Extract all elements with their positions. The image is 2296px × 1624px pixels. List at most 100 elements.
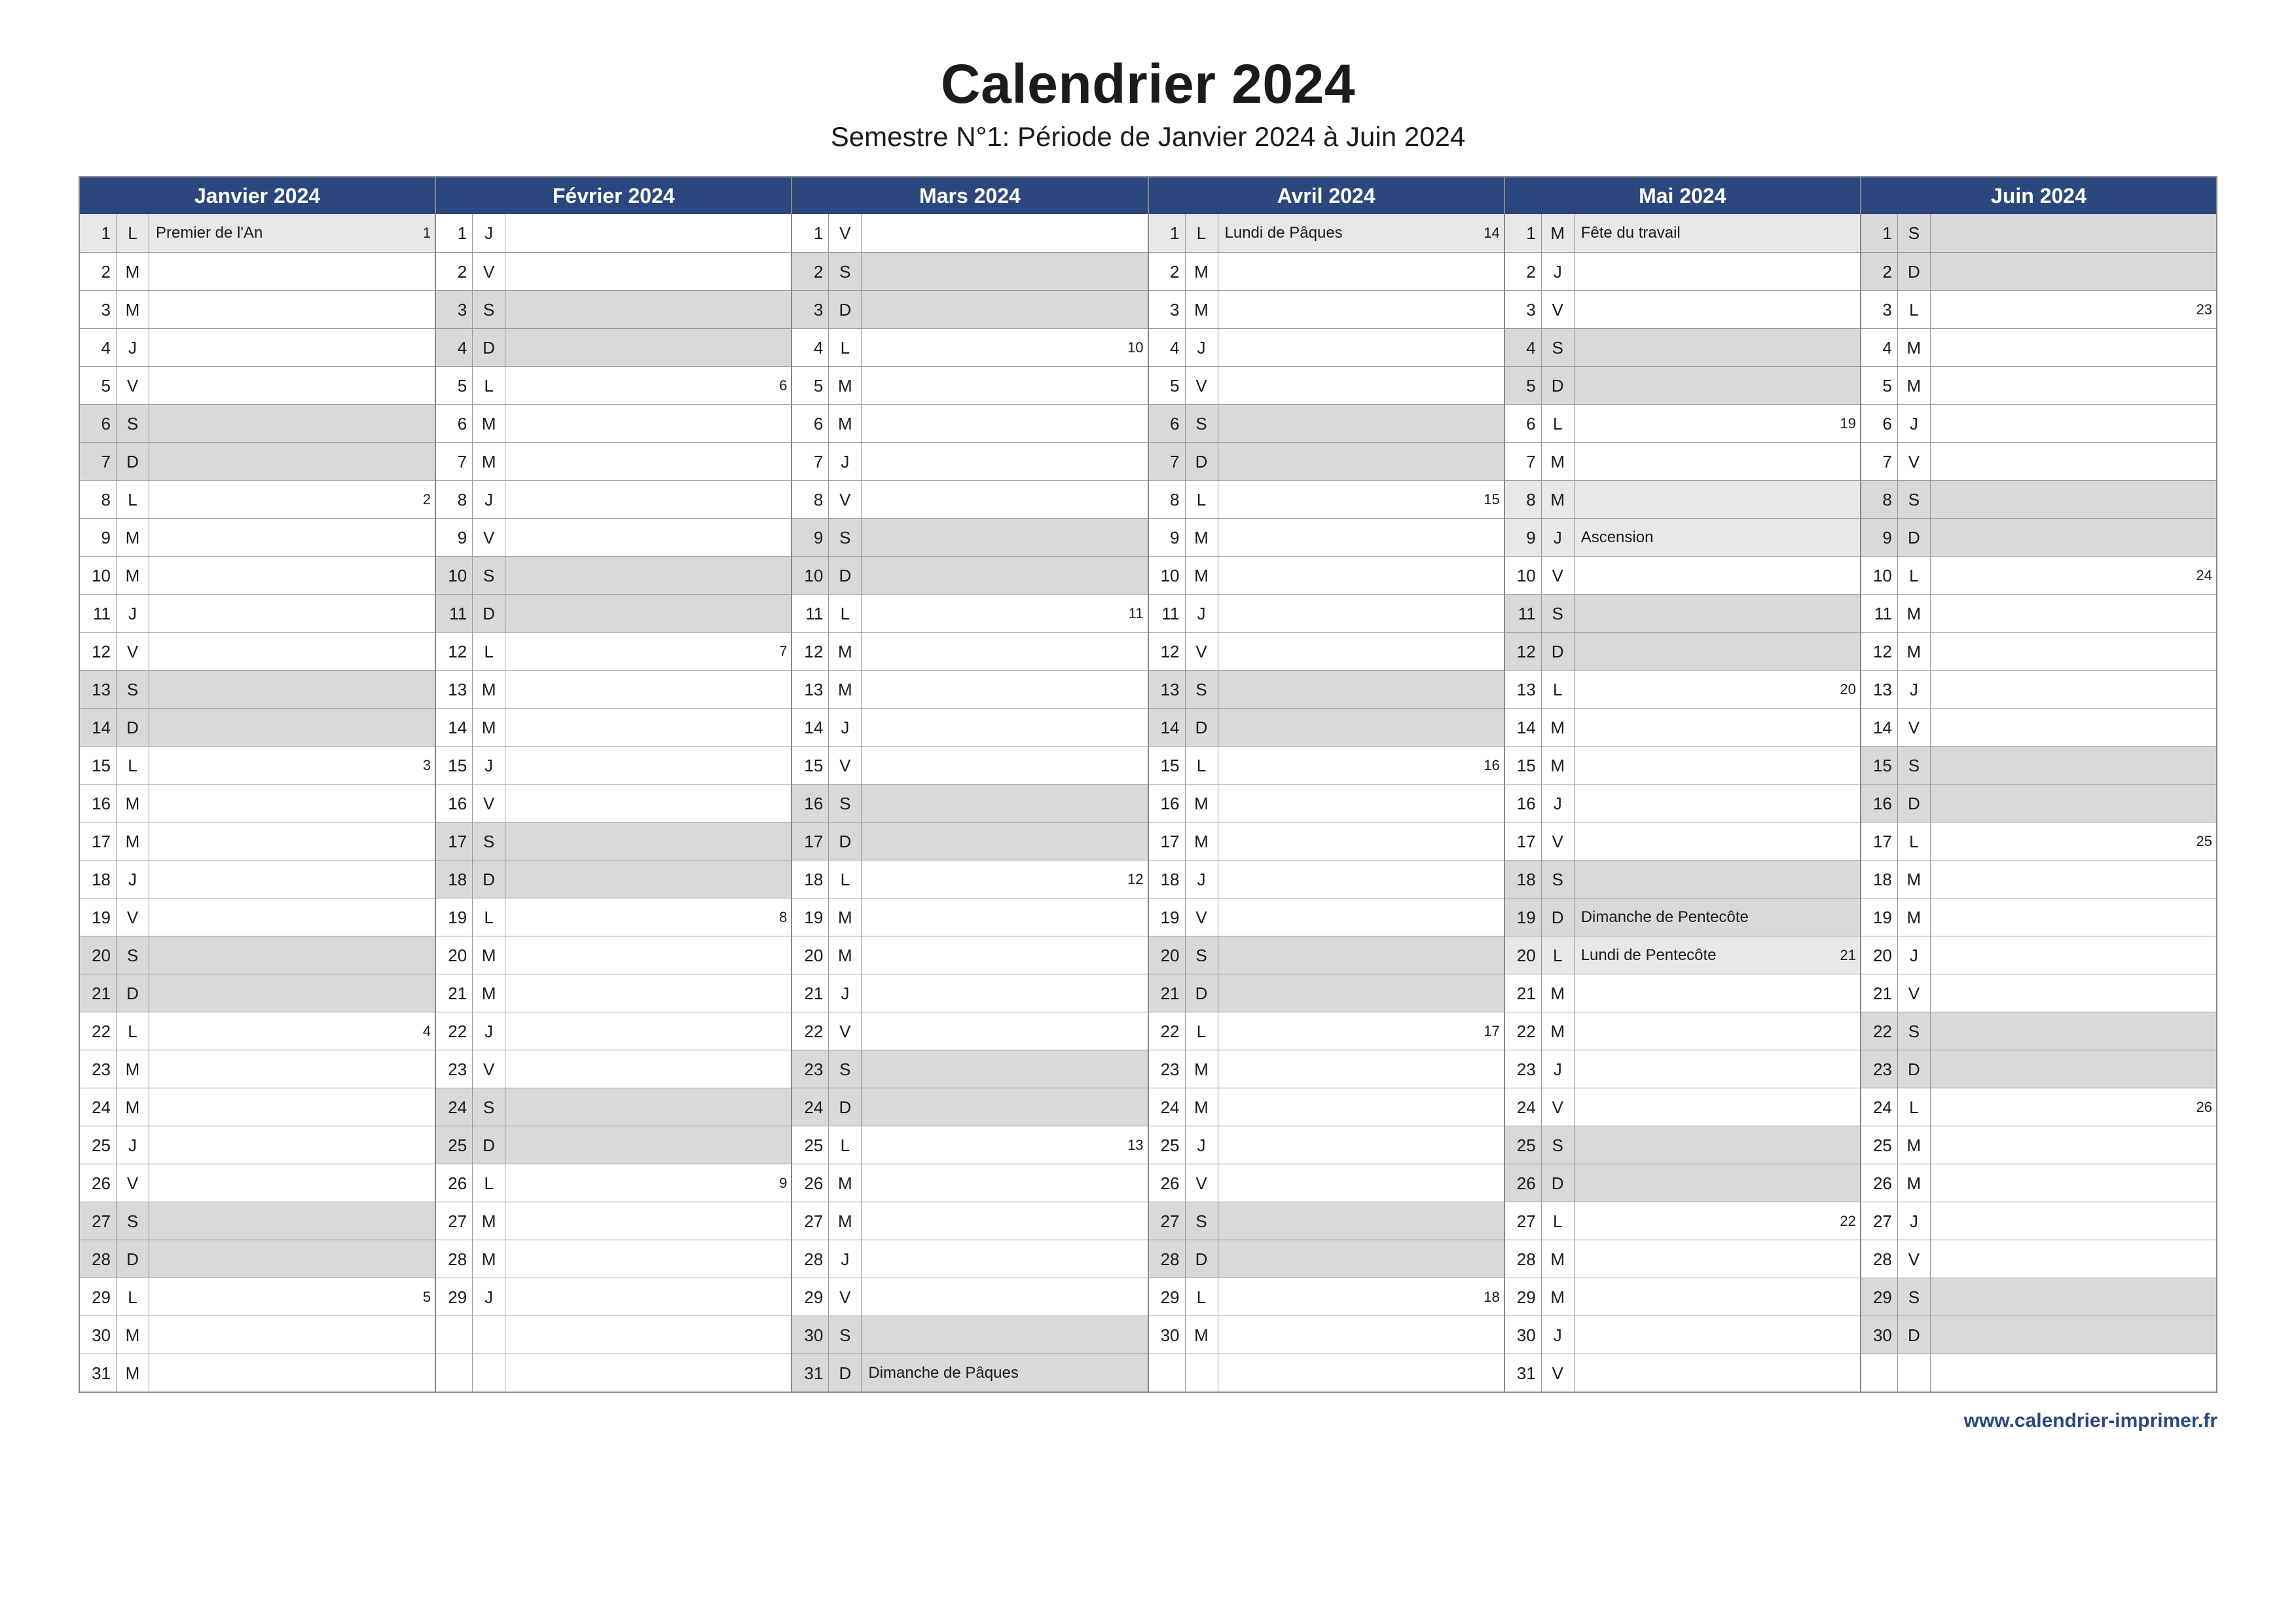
- day-note: [862, 671, 1147, 708]
- day-row: 3M: [1149, 290, 1504, 328]
- day-note: [149, 784, 435, 822]
- day-note: [505, 557, 791, 594]
- day-row: 1S: [1861, 214, 2216, 252]
- day-of-week: S: [1898, 481, 1931, 518]
- day-note: [149, 936, 435, 974]
- month-column: Mai 20241MFête du travail2J3V4S5D6L197M8…: [1505, 177, 1861, 1392]
- day-number: 28: [1149, 1240, 1186, 1278]
- day-number: 6: [1505, 405, 1542, 442]
- day-row: 30M: [80, 1316, 435, 1354]
- day-row: [436, 1354, 791, 1392]
- day-number: 16: [1505, 784, 1542, 822]
- day-note: [862, 1316, 1147, 1354]
- day-note: [1931, 367, 2216, 404]
- day-of-week: S: [117, 1202, 149, 1240]
- day-number: 4: [1861, 329, 1898, 366]
- day-row: 7V: [1861, 442, 2216, 480]
- day-note: [1575, 1278, 1860, 1316]
- day-of-week: V: [1186, 898, 1218, 936]
- day-of-week: M: [829, 1164, 862, 1202]
- day-of-week: J: [829, 1240, 862, 1278]
- day-note: [1931, 443, 2216, 480]
- day-row: 10M: [80, 556, 435, 594]
- day-of-week: M: [1898, 633, 1931, 670]
- week-number: 7: [779, 644, 787, 659]
- week-number: 26: [2196, 1100, 2212, 1115]
- day-of-week: M: [473, 1202, 505, 1240]
- day-row: 5L6: [436, 366, 791, 404]
- day-number: 31: [792, 1354, 829, 1392]
- day-number: 5: [1149, 367, 1186, 404]
- day-note: [505, 595, 791, 632]
- day-number: 25: [436, 1126, 473, 1164]
- day-number: 20: [1505, 936, 1542, 974]
- day-note: [1575, 1088, 1860, 1126]
- day-row: 8S: [1861, 480, 2216, 518]
- day-note: [1575, 747, 1860, 784]
- day-of-week: D: [1898, 1050, 1931, 1088]
- day-number: 16: [1861, 784, 1898, 822]
- day-number: 8: [792, 481, 829, 518]
- day-note: [1931, 936, 2216, 974]
- day-of-week: M: [473, 671, 505, 708]
- day-number: 1: [80, 214, 117, 252]
- day-number: 15: [792, 747, 829, 784]
- day-note: [149, 405, 435, 442]
- day-row: 23D: [1861, 1050, 2216, 1088]
- day-number: 20: [1149, 936, 1186, 974]
- day-note: [505, 519, 791, 556]
- day-number: 25: [792, 1126, 829, 1164]
- day-of-week: M: [473, 709, 505, 746]
- day-note: [1931, 709, 2216, 746]
- day-number: 29: [80, 1278, 117, 1316]
- day-of-week: L: [473, 898, 505, 936]
- day-of-week: L: [117, 1278, 149, 1316]
- day-of-week: [1898, 1354, 1931, 1392]
- day-of-week: M: [117, 784, 149, 822]
- day-of-week: M: [1542, 709, 1575, 746]
- day-number: 3: [1861, 291, 1898, 328]
- day-of-week: V: [1542, 822, 1575, 860]
- day-row: 28J: [792, 1240, 1147, 1278]
- day-row: 8M: [1505, 480, 1860, 518]
- day-of-week: J: [473, 1012, 505, 1050]
- day-of-week: J: [829, 709, 862, 746]
- day-of-week: L: [1898, 822, 1931, 860]
- day-of-week: M: [1898, 367, 1931, 404]
- day-note: [1218, 633, 1504, 670]
- day-note: [149, 595, 435, 632]
- day-of-week: D: [1898, 1316, 1931, 1354]
- day-number: 28: [436, 1240, 473, 1278]
- day-of-week: S: [1898, 747, 1931, 784]
- day-row: 15J: [436, 746, 791, 784]
- day-note: [149, 898, 435, 936]
- day-number: 21: [1861, 974, 1898, 1012]
- day-row: 3D: [792, 290, 1147, 328]
- day-note: [862, 633, 1147, 670]
- day-number: 12: [1505, 633, 1542, 670]
- day-number: 25: [1149, 1126, 1186, 1164]
- day-row: 27M: [436, 1202, 791, 1240]
- day-note: [862, 557, 1147, 594]
- day-row: 11L11: [792, 594, 1147, 632]
- week-number: 4: [423, 1024, 431, 1039]
- day-number: 21: [1505, 974, 1542, 1012]
- day-note: [149, 291, 435, 328]
- day-of-week: J: [1898, 671, 1931, 708]
- day-note: [862, 822, 1147, 860]
- day-row: 29L5: [80, 1278, 435, 1316]
- day-note: [862, 784, 1147, 822]
- day-number: [436, 1316, 473, 1354]
- day-row: 27M: [792, 1202, 1147, 1240]
- day-row: 30D: [1861, 1316, 2216, 1354]
- day-note: [505, 1012, 791, 1050]
- day-number: 28: [1861, 1240, 1898, 1278]
- day-number: 24: [436, 1088, 473, 1126]
- day-row: 16M: [1149, 784, 1504, 822]
- day-note: [505, 1088, 791, 1126]
- day-number: 20: [1861, 936, 1898, 974]
- day-row: 2S: [792, 252, 1147, 290]
- day-of-week: [1186, 1354, 1218, 1392]
- day-number: 11: [436, 595, 473, 632]
- day-of-week: J: [1542, 784, 1575, 822]
